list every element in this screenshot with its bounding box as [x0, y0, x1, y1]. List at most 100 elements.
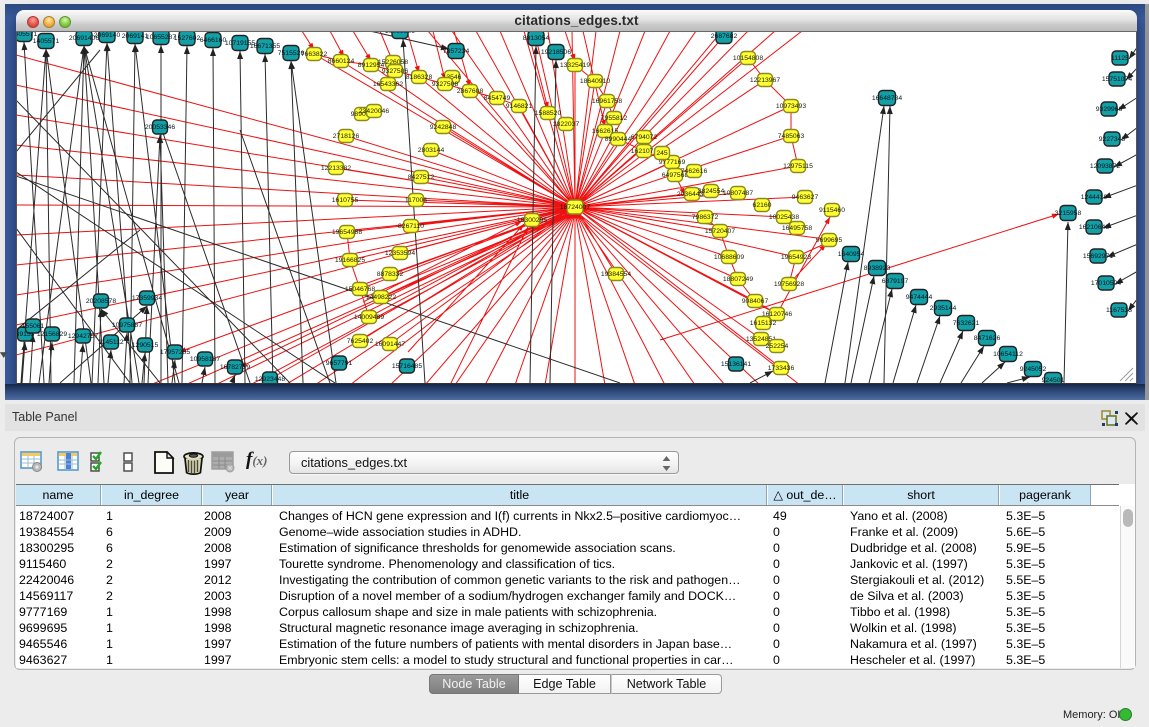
svg-text:117006: 117006 — [405, 197, 427, 204]
svg-text:3215958: 3215958 — [1055, 210, 1082, 217]
svg-text:18640910: 18640910 — [580, 78, 610, 85]
svg-text:17957285: 17957285 — [160, 349, 190, 356]
svg-text:1640954: 1640954 — [838, 251, 865, 258]
svg-text:10688609: 10688609 — [714, 254, 744, 261]
svg-text:10975887: 10975887 — [112, 322, 142, 329]
svg-text:19384554: 19384554 — [601, 271, 631, 278]
svg-text:15692971: 15692971 — [1083, 253, 1113, 260]
svg-text:9227343: 9227343 — [1099, 136, 1126, 143]
svg-text:15716485: 15716485 — [392, 363, 422, 370]
svg-text:245: 245 — [656, 150, 668, 157]
svg-text:10958187: 10958187 — [190, 356, 220, 363]
svg-text:2687682: 2687682 — [711, 33, 738, 40]
svg-text:13325419: 13325419 — [560, 62, 590, 69]
svg-text:15751074: 15751074 — [1102, 76, 1132, 83]
svg-text:7986372: 7986372 — [692, 214, 719, 221]
svg-text:62160: 62160 — [753, 202, 772, 209]
svg-text:20208578: 20208578 — [86, 298, 116, 305]
svg-text:252254: 252254 — [766, 343, 789, 350]
svg-text:1290515: 1290515 — [132, 342, 159, 349]
svg-text:8990444: 8990444 — [605, 136, 632, 143]
svg-text:1621072: 1621072 — [631, 148, 658, 155]
svg-text:16671355: 16671355 — [250, 43, 280, 50]
svg-text:8660124: 8660124 — [328, 58, 355, 65]
svg-text:16091447: 16091447 — [375, 341, 405, 348]
svg-text:15720407: 15720407 — [705, 228, 735, 235]
svg-text:9084067: 9084067 — [742, 298, 769, 305]
svg-text:8878332: 8878332 — [377, 271, 404, 278]
svg-text:1167533: 1167533 — [1106, 307, 1132, 314]
svg-text:16053809: 16053809 — [385, 32, 415, 35]
svg-text:2069141: 2069141 — [122, 33, 149, 40]
svg-text:11125: 11125 — [1111, 55, 1129, 62]
svg-text:10025438: 10025438 — [769, 214, 799, 221]
svg-text:17359934: 17359934 — [132, 295, 162, 302]
svg-text:19166825: 19166825 — [335, 257, 365, 264]
svg-text:16210643: 16210643 — [1079, 224, 1109, 231]
svg-text:16543362: 16543362 — [373, 81, 403, 88]
svg-text:1615132: 1615132 — [750, 320, 777, 327]
svg-text:2069140: 2069140 — [94, 32, 121, 39]
svg-text:8938923: 8938923 — [864, 265, 891, 272]
svg-text:2803144: 2803144 — [418, 147, 445, 154]
svg-text:19654923: 19654923 — [781, 254, 811, 261]
svg-text:6794072: 6794072 — [631, 134, 658, 141]
svg-text:6879197: 6879197 — [882, 278, 909, 285]
svg-text:1405571: 1405571 — [33, 38, 60, 45]
svg-text:16648784: 16648784 — [872, 95, 902, 102]
svg-text:6466160: 6466160 — [200, 37, 227, 44]
svg-text:7625402: 7625402 — [347, 338, 374, 345]
svg-text:12353594: 12353594 — [385, 250, 415, 257]
svg-text:15136141: 15136141 — [721, 361, 751, 368]
svg-text:20053346: 20053346 — [145, 124, 175, 131]
svg-text:1588520: 1588520 — [535, 110, 562, 117]
svg-text:16495758: 16495758 — [782, 225, 812, 232]
svg-text:23420046: 23420046 — [359, 108, 389, 115]
svg-text:16961758: 16961758 — [592, 98, 622, 105]
svg-text:16782759: 16782759 — [220, 364, 250, 371]
svg-text:9463627: 9463627 — [792, 194, 819, 201]
svg-text:1822037: 1822037 — [553, 121, 580, 128]
svg-text:7462616: 7462616 — [681, 168, 708, 175]
svg-text:10654112: 10654112 — [993, 351, 1023, 358]
svg-text:1527602: 1527602 — [174, 35, 201, 42]
svg-text:19218506: 19218506 — [541, 49, 571, 56]
svg-text:9242848: 9242848 — [430, 124, 457, 131]
svg-text:10154808: 10154808 — [733, 55, 763, 62]
svg-text:9474444: 9474444 — [906, 294, 933, 301]
svg-text:18807249: 18807249 — [723, 276, 753, 283]
svg-text:2935144: 2935144 — [930, 305, 957, 312]
svg-text:7663822: 7663822 — [301, 51, 328, 58]
svg-text:14009489: 14009489 — [354, 314, 384, 321]
svg-text:12975115: 12975115 — [783, 163, 813, 170]
svg-text:7632621: 7632621 — [953, 320, 980, 327]
svg-text:9115460: 9115460 — [819, 207, 845, 214]
svg-text:19654988: 19654988 — [332, 229, 362, 236]
svg-text:17010504: 17010504 — [1091, 280, 1121, 287]
svg-text:12923448: 12923448 — [255, 376, 285, 383]
svg-text:18724007: 18724007 — [560, 204, 590, 211]
svg-text:155061: 155061 — [22, 323, 45, 330]
svg-text:10973493: 10973493 — [776, 103, 806, 110]
svg-text:9327506: 9327506 — [382, 68, 409, 75]
svg-text:1610755: 1610755 — [332, 197, 359, 204]
svg-text:2867608: 2867608 — [457, 88, 484, 95]
svg-text:8454749: 8454749 — [484, 95, 511, 102]
svg-text:12093872: 12093872 — [1090, 163, 1120, 170]
svg-text:1733436: 1733436 — [768, 365, 795, 372]
svg-text:14498222: 14498222 — [366, 294, 396, 301]
svg-text:9329966: 9329966 — [1096, 106, 1123, 113]
svg-text:9245052: 9245052 — [1020, 366, 1047, 373]
svg-text:1145112: 1145112 — [98, 339, 124, 346]
svg-text:8813054: 8813054 — [523, 35, 550, 42]
svg-text:12213382: 12213382 — [321, 165, 351, 172]
svg-text:7955812: 7955812 — [601, 115, 628, 122]
svg-text:15046768: 15046768 — [345, 286, 375, 293]
svg-text:12213967: 12213967 — [750, 77, 780, 84]
svg-text:8186328: 8186328 — [406, 74, 433, 81]
svg-text:10655287: 10655287 — [146, 34, 176, 41]
svg-text:9657791: 9657791 — [326, 360, 353, 367]
svg-text:7857234: 7857234 — [443, 48, 470, 55]
svg-text:924501: 924501 — [1042, 377, 1065, 384]
svg-text:7485063: 7485063 — [778, 133, 805, 140]
